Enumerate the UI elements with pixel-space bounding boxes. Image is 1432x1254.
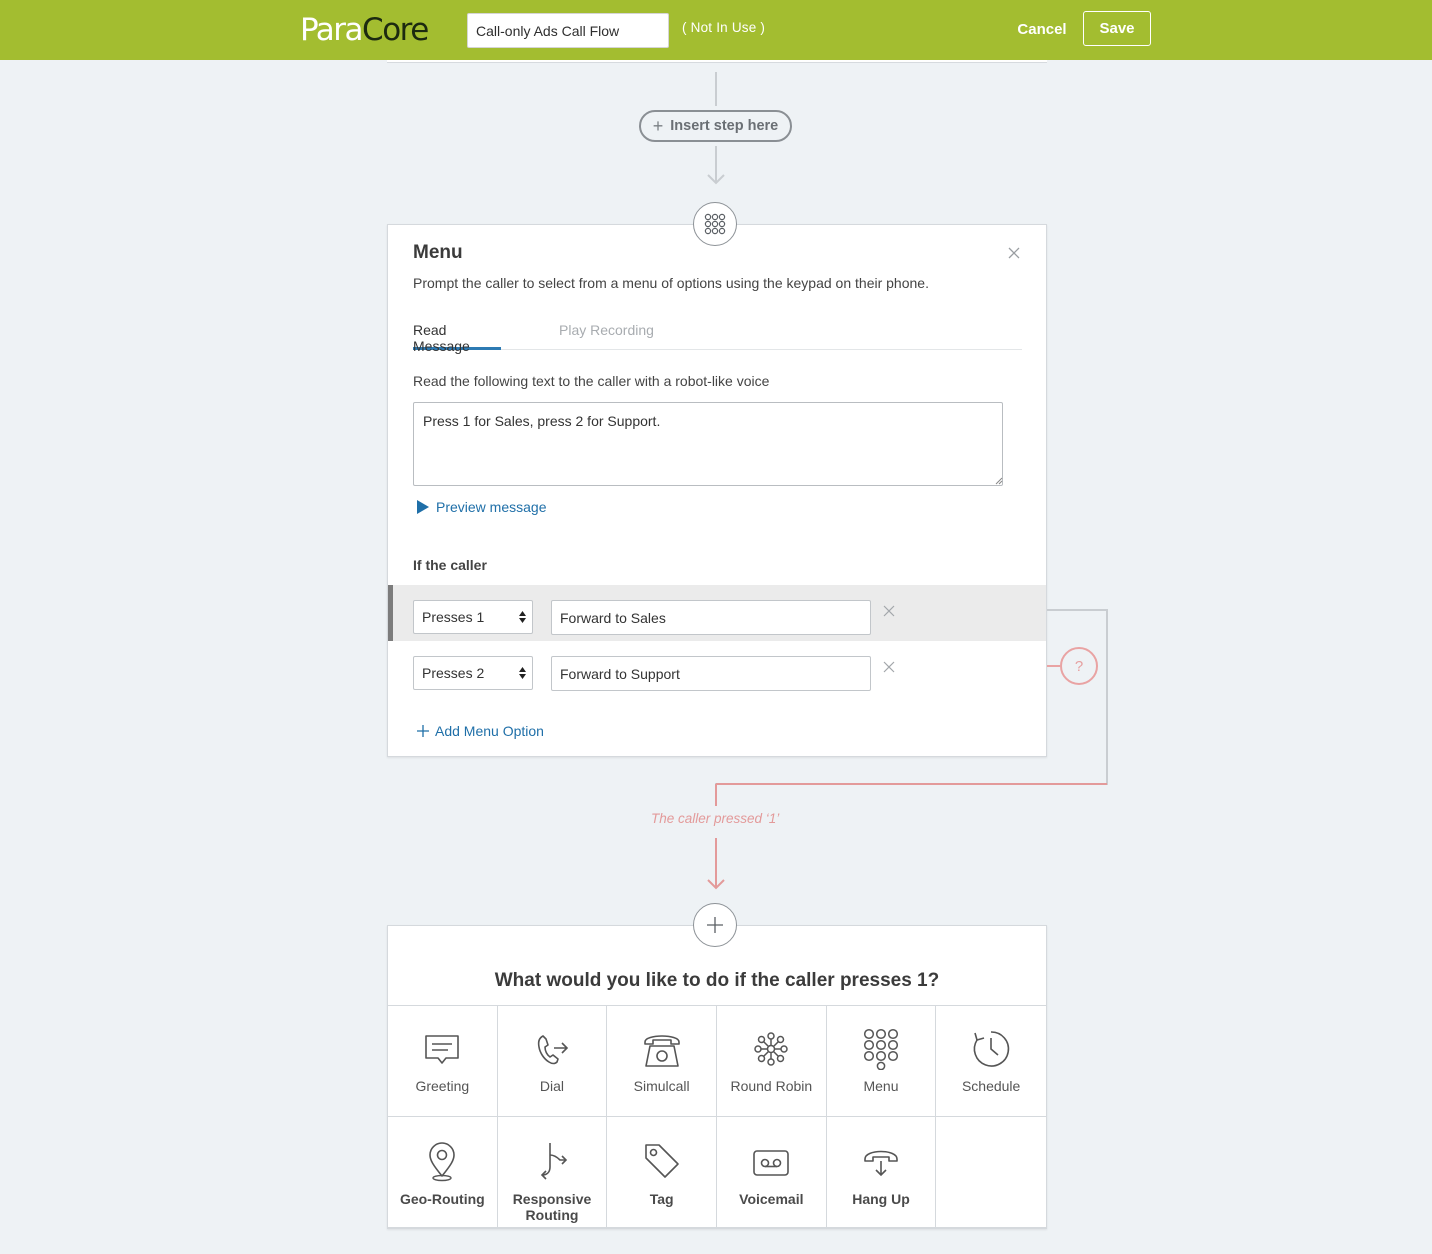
hang-up-icon bbox=[864, 1150, 898, 1177]
tag-icon bbox=[644, 1144, 679, 1178]
menu-step-card: Menu Prompt the caller to select from a … bbox=[387, 224, 1047, 757]
flow-name-input[interactable] bbox=[467, 13, 669, 48]
insert-step-button[interactable]: + Insert step here bbox=[639, 110, 792, 142]
action-tile-grid: Greeting Dial Simulcall Round Robin Menu… bbox=[388, 1005, 1046, 1229]
press-key-value: Presses 1 bbox=[422, 609, 485, 625]
tile-label: Greeting bbox=[415, 1078, 470, 1094]
add-menu-option-label: Add Menu Option bbox=[435, 723, 544, 739]
menu-option-row: Presses 1 bbox=[388, 585, 1046, 641]
keypad-icon bbox=[863, 1028, 899, 1070]
play-icon bbox=[417, 500, 429, 514]
tile-hang-up[interactable]: Hang Up bbox=[826, 1117, 937, 1228]
round-robin-icon bbox=[754, 1032, 789, 1066]
tile-responsive-routing[interactable]: Responsive Routing bbox=[497, 1117, 608, 1228]
tile-round-robin[interactable]: Round Robin bbox=[716, 1006, 827, 1117]
tile-label: Hang Up bbox=[852, 1191, 910, 1207]
close-icon[interactable] bbox=[1006, 245, 1022, 261]
tile-label: Responsive Routing bbox=[512, 1191, 592, 1223]
tile-label: Dial bbox=[539, 1078, 565, 1094]
message-field-label: Read the following text to the caller wi… bbox=[413, 373, 770, 389]
press-key-select[interactable]: Presses 1 bbox=[413, 600, 533, 634]
branch-label: The caller pressed ‘1’ bbox=[651, 811, 780, 826]
empty-tile bbox=[936, 1117, 1046, 1228]
logo-core: Core bbox=[362, 12, 429, 48]
menu-option-row: Presses 2 bbox=[388, 641, 1046, 697]
options-section-label: If the caller bbox=[413, 557, 487, 573]
previous-step-card-edge bbox=[387, 60, 1047, 63]
tile-label: Menu bbox=[863, 1078, 899, 1094]
tile-tag[interactable]: Tag bbox=[607, 1117, 717, 1228]
message-textarea[interactable]: Press 1 for Sales, press 2 for Support. bbox=[413, 402, 1003, 486]
message-icon bbox=[425, 1035, 460, 1064]
branch-status-badge[interactable]: ? bbox=[1060, 647, 1098, 685]
split-arrow-icon bbox=[540, 1143, 568, 1180]
action-picker-title: What would you like to do if the caller … bbox=[494, 970, 940, 991]
cancel-button[interactable]: Cancel bbox=[1010, 14, 1074, 44]
voicemail-icon bbox=[753, 1150, 790, 1176]
option-action-input[interactable] bbox=[551, 656, 871, 691]
tab-play-recording[interactable]: Play Recording bbox=[559, 322, 654, 350]
remove-option-icon[interactable] bbox=[883, 661, 895, 673]
desk-phone-icon bbox=[643, 1035, 680, 1067]
menu-step-badge bbox=[693, 202, 737, 246]
plus-icon bbox=[417, 725, 429, 737]
tile-label: Schedule bbox=[961, 1078, 1021, 1094]
tile-geo-routing[interactable]: Geo-Routing bbox=[388, 1117, 498, 1228]
tile-voicemail[interactable]: Voicemail bbox=[716, 1117, 827, 1228]
plus-icon: + bbox=[652, 116, 664, 136]
option-action-input[interactable] bbox=[551, 600, 871, 635]
tile-simulcall[interactable]: Simulcall bbox=[607, 1006, 717, 1117]
phone-forward-icon bbox=[537, 1035, 569, 1065]
menu-step-description: Prompt the caller to select from a menu … bbox=[413, 275, 929, 291]
tile-label: Round Robin bbox=[730, 1078, 813, 1094]
tile-menu[interactable]: Menu bbox=[826, 1006, 937, 1117]
press-key-select[interactable]: Presses 2 bbox=[413, 656, 533, 690]
tile-label: Geo-Routing bbox=[399, 1191, 485, 1207]
tile-label: Tag bbox=[649, 1191, 674, 1207]
menu-step-title: Menu bbox=[413, 242, 463, 263]
save-button[interactable]: Save bbox=[1083, 11, 1151, 46]
insert-step-label: Insert step here bbox=[670, 118, 779, 134]
select-arrows-icon bbox=[519, 611, 526, 623]
tile-schedule[interactable]: Schedule bbox=[936, 1006, 1046, 1117]
add-menu-option-button[interactable]: Add Menu Option bbox=[417, 723, 544, 739]
resize-handle-icon[interactable] bbox=[995, 477, 1003, 485]
connector-line bbox=[715, 72, 717, 106]
logo-para: Para bbox=[300, 12, 364, 48]
press-key-value: Presses 2 bbox=[422, 665, 485, 681]
preview-message-label: Preview message bbox=[436, 499, 547, 515]
flow-status: ( Not In Use ) bbox=[682, 20, 766, 35]
clock-icon bbox=[973, 1031, 1010, 1067]
plus-icon bbox=[707, 917, 723, 933]
tile-label: Simulcall bbox=[633, 1078, 690, 1094]
message-tabs: Read Message Play Recording bbox=[413, 317, 1022, 354]
paracore-logo[interactable]: ParaCore bbox=[300, 11, 429, 49]
tile-dial[interactable]: Dial bbox=[497, 1006, 608, 1117]
add-step-badge[interactable] bbox=[693, 903, 737, 947]
action-picker-card: What would you like to do if the caller … bbox=[387, 925, 1047, 1229]
tab-read-message[interactable]: Read Message bbox=[413, 322, 501, 354]
top-bar: ParaCore ( Not In Use ) Cancel Save bbox=[0, 0, 1432, 60]
tile-label: Voicemail bbox=[739, 1191, 804, 1207]
map-pin-icon bbox=[429, 1142, 456, 1182]
preview-message-link[interactable]: Preview message bbox=[416, 499, 547, 515]
tile-greeting[interactable]: Greeting bbox=[388, 1006, 498, 1117]
select-arrows-icon bbox=[519, 667, 526, 679]
remove-option-icon[interactable] bbox=[883, 605, 895, 617]
keypad-icon bbox=[704, 213, 726, 235]
